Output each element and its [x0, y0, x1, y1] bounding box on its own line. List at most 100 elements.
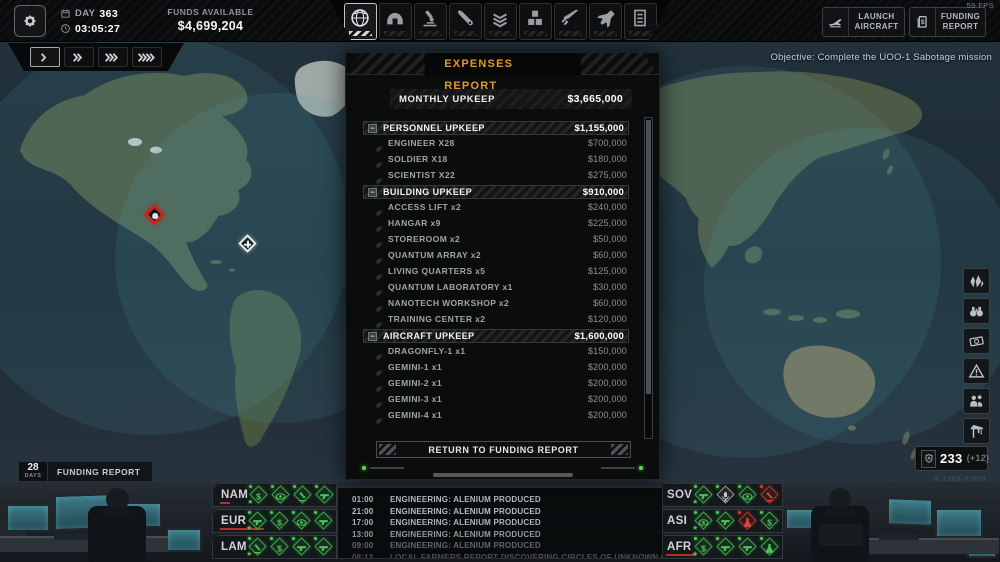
- warning-icon: [967, 362, 986, 380]
- eye-icon[interactable]: [291, 510, 312, 532]
- expense-item-icon: [376, 300, 383, 307]
- gun-icon[interactable]: [291, 536, 312, 558]
- dollar-icon[interactable]: $★: [248, 484, 269, 506]
- eye-icon[interactable]: [737, 484, 758, 506]
- nav-tab-base[interactable]: [379, 3, 412, 40]
- expense-item-label: TRAINING CENTER x2: [388, 314, 588, 324]
- funding-report-button[interactable]: $ FUNDING REPORT: [909, 7, 986, 37]
- expense-section-header[interactable]: − PERSONNEL UPKEEP $1,155,000: [363, 121, 629, 135]
- launch-aircraft-button[interactable]: LAUNCH AIRCRAFT: [822, 7, 905, 37]
- return-to-funding-report-button[interactable]: RETURN TO FUNDING REPORT: [376, 441, 631, 458]
- event-log[interactable]: 01:00 ENGINEERING: ALENIUM PRODUCED 21:0…: [337, 487, 663, 559]
- gun-icon[interactable]: [737, 536, 758, 558]
- expense-item-row: ACCESS LIFT x2 $240,000: [363, 199, 629, 215]
- gun-icon[interactable]: ★: [247, 510, 268, 532]
- finances-button[interactable]: [963, 328, 990, 354]
- nav-tab-engineering[interactable]: [449, 3, 482, 40]
- expense-section-header[interactable]: − AIRCRAFT UPKEEP $1,600,000: [363, 329, 629, 343]
- status-dot: [760, 485, 763, 488]
- dollar-icon[interactable]: $: [269, 510, 290, 532]
- region-row-afr[interactable]: AFR $★: [658, 535, 783, 559]
- tab-stripe: [454, 31, 477, 36]
- expense-list: − PERSONNEL UPKEEP $1,155,000 ENGINEER X…: [363, 119, 629, 437]
- nav-tab-storage[interactable]: [519, 3, 552, 40]
- expense-section-value: $1,155,000: [574, 123, 624, 134]
- speed-button-3x[interactable]: [98, 47, 128, 67]
- gun-icon[interactable]: [313, 510, 334, 532]
- collapse-minus-icon[interactable]: −: [368, 188, 377, 197]
- resource-counter[interactable]: 233 (+12): [915, 446, 988, 471]
- mic-icon[interactable]: [715, 484, 736, 506]
- gun-icon[interactable]: [313, 536, 334, 558]
- scrollbar-track[interactable]: [644, 117, 653, 439]
- footer-line: [370, 467, 404, 469]
- expense-section-label: AIRCRAFT UPKEEP: [383, 331, 574, 341]
- dollar-icon[interactable]: $: [759, 510, 780, 532]
- eye-icon[interactable]: ★: [693, 510, 714, 532]
- settings-button[interactable]: [14, 5, 46, 37]
- region-code: ASI: [659, 515, 693, 527]
- recon-button[interactable]: [963, 298, 990, 324]
- region-row-eur[interactable]: EUR ★$: [212, 509, 337, 533]
- day-label: DAY: [75, 8, 95, 19]
- collapse-minus-icon[interactable]: −: [368, 124, 377, 133]
- expense-item-row: HANGAR x9 $225,000: [363, 215, 629, 231]
- region-row-nam[interactable]: NAM $★: [212, 483, 337, 507]
- personnel-button[interactable]: [963, 388, 990, 414]
- construction-button[interactable]: [963, 418, 990, 444]
- status-dot: [271, 485, 274, 488]
- collapse-minus-icon[interactable]: −: [368, 332, 377, 341]
- speed-button-4x[interactable]: [132, 47, 162, 67]
- dollar-icon[interactable]: $★: [693, 536, 714, 558]
- flask-icon[interactable]: [737, 510, 758, 532]
- expense-item-icon: [376, 316, 383, 323]
- nav-tab-armory[interactable]: [554, 3, 587, 40]
- gun-icon[interactable]: [715, 510, 736, 532]
- resources-button[interactable]: [963, 268, 990, 294]
- flask-icon[interactable]: [759, 536, 780, 558]
- tab-stripe: [349, 31, 372, 36]
- console-desk: [869, 538, 999, 554]
- region-code: SOV: [659, 489, 693, 501]
- status-dot: [716, 511, 719, 514]
- region-row-asi[interactable]: ASI ★ $: [658, 509, 783, 533]
- speed-button-1x[interactable]: [30, 47, 60, 67]
- status-led: [362, 466, 366, 470]
- region-row-sov[interactable]: SOV ★: [658, 483, 783, 507]
- microscope-icon[interactable]: ★: [247, 536, 268, 558]
- expense-item-value: $200,000: [588, 394, 627, 404]
- microscope-icon[interactable]: [292, 484, 313, 506]
- nav-tab-soldiers[interactable]: [484, 3, 517, 40]
- funding-report-notice[interactable]: 28 DAYS FUNDING REPORT: [18, 461, 153, 482]
- scrollbar-thumb[interactable]: [646, 120, 651, 394]
- log-entry: 09:00 ENGINEERING: ALENIUM PRODUCED: [352, 540, 662, 552]
- eye-icon[interactable]: [270, 484, 291, 506]
- log-time: 08:12: [352, 553, 390, 559]
- speed-button-2x[interactable]: [64, 47, 94, 67]
- jet-icon: [594, 7, 616, 29]
- expense-section-header[interactable]: − BUILDING UPKEEP $910,000: [363, 185, 629, 199]
- expense-section-value: $1,600,000: [574, 331, 624, 342]
- objective-text: Objective: Complete the UOO-1 Sabotage m…: [771, 52, 992, 63]
- nav-tab-archive[interactable]: [624, 3, 657, 40]
- nav-tab-research[interactable]: [414, 3, 447, 40]
- footer-line: [601, 467, 635, 469]
- status-dot: [293, 485, 296, 488]
- microscope-icon[interactable]: [759, 484, 780, 506]
- gun-icon[interactable]: ★: [693, 484, 714, 506]
- log-entry: 21:00 ENGINEERING: ALENIUM PRODUCED: [352, 506, 662, 518]
- expense-item-icon: [376, 156, 383, 163]
- expense-item-row: LIVING QUARTERS x5 $125,000: [363, 263, 629, 279]
- console-screen: [887, 497, 933, 527]
- nav-tab-geoscape[interactable]: [344, 3, 377, 40]
- gun-icon[interactable]: [314, 484, 335, 506]
- wrench-icon: [454, 7, 476, 29]
- expense-item-row: ENGINEER X28 $700,000: [363, 135, 629, 151]
- status-dot: [694, 537, 697, 540]
- dollar-icon[interactable]: $: [269, 536, 290, 558]
- nav-tab-aircraft[interactable]: [589, 3, 622, 40]
- gun-icon[interactable]: [715, 536, 736, 558]
- region-row-lam[interactable]: LAM ★$: [212, 535, 337, 559]
- alerts-button[interactable]: [963, 358, 990, 384]
- funds-label: FUNDS AVAILABLE: [148, 7, 273, 17]
